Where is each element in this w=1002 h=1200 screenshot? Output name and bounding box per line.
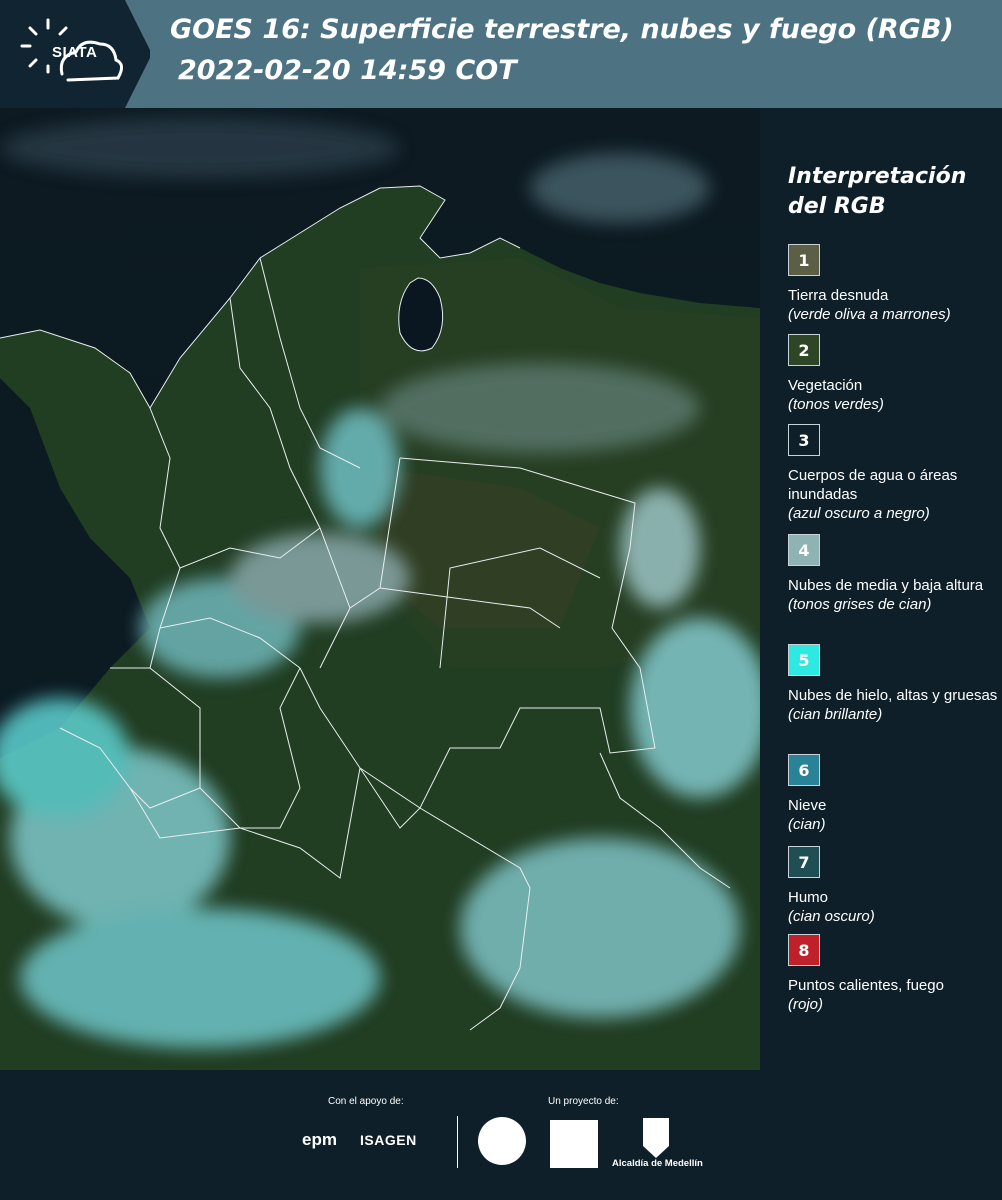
legend-label: Vegetación — [788, 377, 863, 394]
legend-label: Cuerpos de agua o áreas inundadas — [788, 467, 958, 503]
legend-item-7: 7 Humo (cian oscuro) — [788, 846, 998, 926]
legend-item-6: 6 Nieve (cian) — [788, 754, 998, 834]
legend-label: Puntos calientes, fuego — [788, 977, 944, 994]
legend-desc: (rojo) — [788, 996, 824, 1013]
legend-desc: (cian) — [788, 816, 826, 833]
legend-desc: (cian oscuro) — [788, 908, 875, 925]
legend-label: Nieve — [788, 797, 827, 814]
support-label: Con el apoyo de: — [328, 1096, 404, 1107]
legend-desc: (tonos grises de cian) — [788, 596, 932, 613]
legend-label: Nubes de hielo, altas y gruesas — [788, 687, 998, 704]
legend-label: Tierra desnuda — [788, 287, 889, 304]
legend-item-3: 3 Cuerpos de agua o áreas inundadas (azu… — [788, 424, 998, 523]
project-label: Un proyecto de: — [548, 1096, 619, 1107]
legend-desc: (cian brillante) — [788, 706, 883, 723]
legend-item-2: 2 Vegetación (tonos verdes) — [788, 334, 998, 414]
legend-swatch: 5 — [788, 644, 820, 676]
siata-logo: SIATA — [0, 0, 150, 108]
epm-logo: epm — [302, 1130, 337, 1149]
legend-item-5: 5 Nubes de hielo, altas y gruesas (cian … — [788, 644, 998, 724]
alcaldia-logo-text: Alcaldía de Medellín — [612, 1158, 703, 1169]
page-timestamp: 2022-02-20 14:59 COT — [178, 55, 517, 86]
legend-swatch: 8 — [788, 934, 820, 966]
footer-divider — [457, 1116, 458, 1168]
legend-title: Interpretación del RGB — [788, 164, 967, 219]
isagen-logo: ISAGEN — [360, 1132, 417, 1148]
footer-bar: Con el apoyo de: Un proyecto de: epm ISA… — [0, 1070, 1002, 1200]
legend-item-8: 8 Puntos calientes, fuego (rojo) — [788, 934, 998, 1014]
map-image — [0, 108, 760, 1070]
legend-label: Humo — [788, 889, 829, 906]
legend-swatch: 4 — [788, 534, 820, 566]
medellin-seal-icon — [478, 1117, 526, 1165]
legend-desc: (azul oscuro a negro) — [788, 505, 930, 522]
legend-item-4: 4 Nubes de media y baja altura (tonos gr… — [788, 534, 998, 614]
legend-swatch: 6 — [788, 754, 820, 786]
legend-swatch: 2 — [788, 334, 820, 366]
page-title: GOES 16: Superficie terrestre, nubes y f… — [170, 14, 954, 45]
legend-panel: Interpretación del RGB 1 Tierra desnuda … — [770, 108, 1002, 1070]
legend-swatch: 7 — [788, 846, 820, 878]
legend-label: Nubes de media y baja altura — [788, 577, 984, 594]
legend-desc: (tonos verdes) — [788, 396, 884, 413]
legend-desc: (verde oliva a marrones) — [788, 306, 951, 323]
area-metropolitana-logo — [550, 1120, 598, 1168]
header-bar: SIATA GOES 16: Superficie terrestre, nub… — [0, 0, 1002, 108]
legend-swatch: 1 — [788, 244, 820, 276]
legend-swatch: 3 — [788, 424, 820, 456]
logo-text: SIATA — [52, 44, 98, 61]
alcaldia-shield-icon — [643, 1118, 669, 1158]
satellite-map[interactable] — [0, 108, 760, 1070]
legend-item-1: 1 Tierra desnuda (verde oliva a marrones… — [788, 244, 998, 324]
